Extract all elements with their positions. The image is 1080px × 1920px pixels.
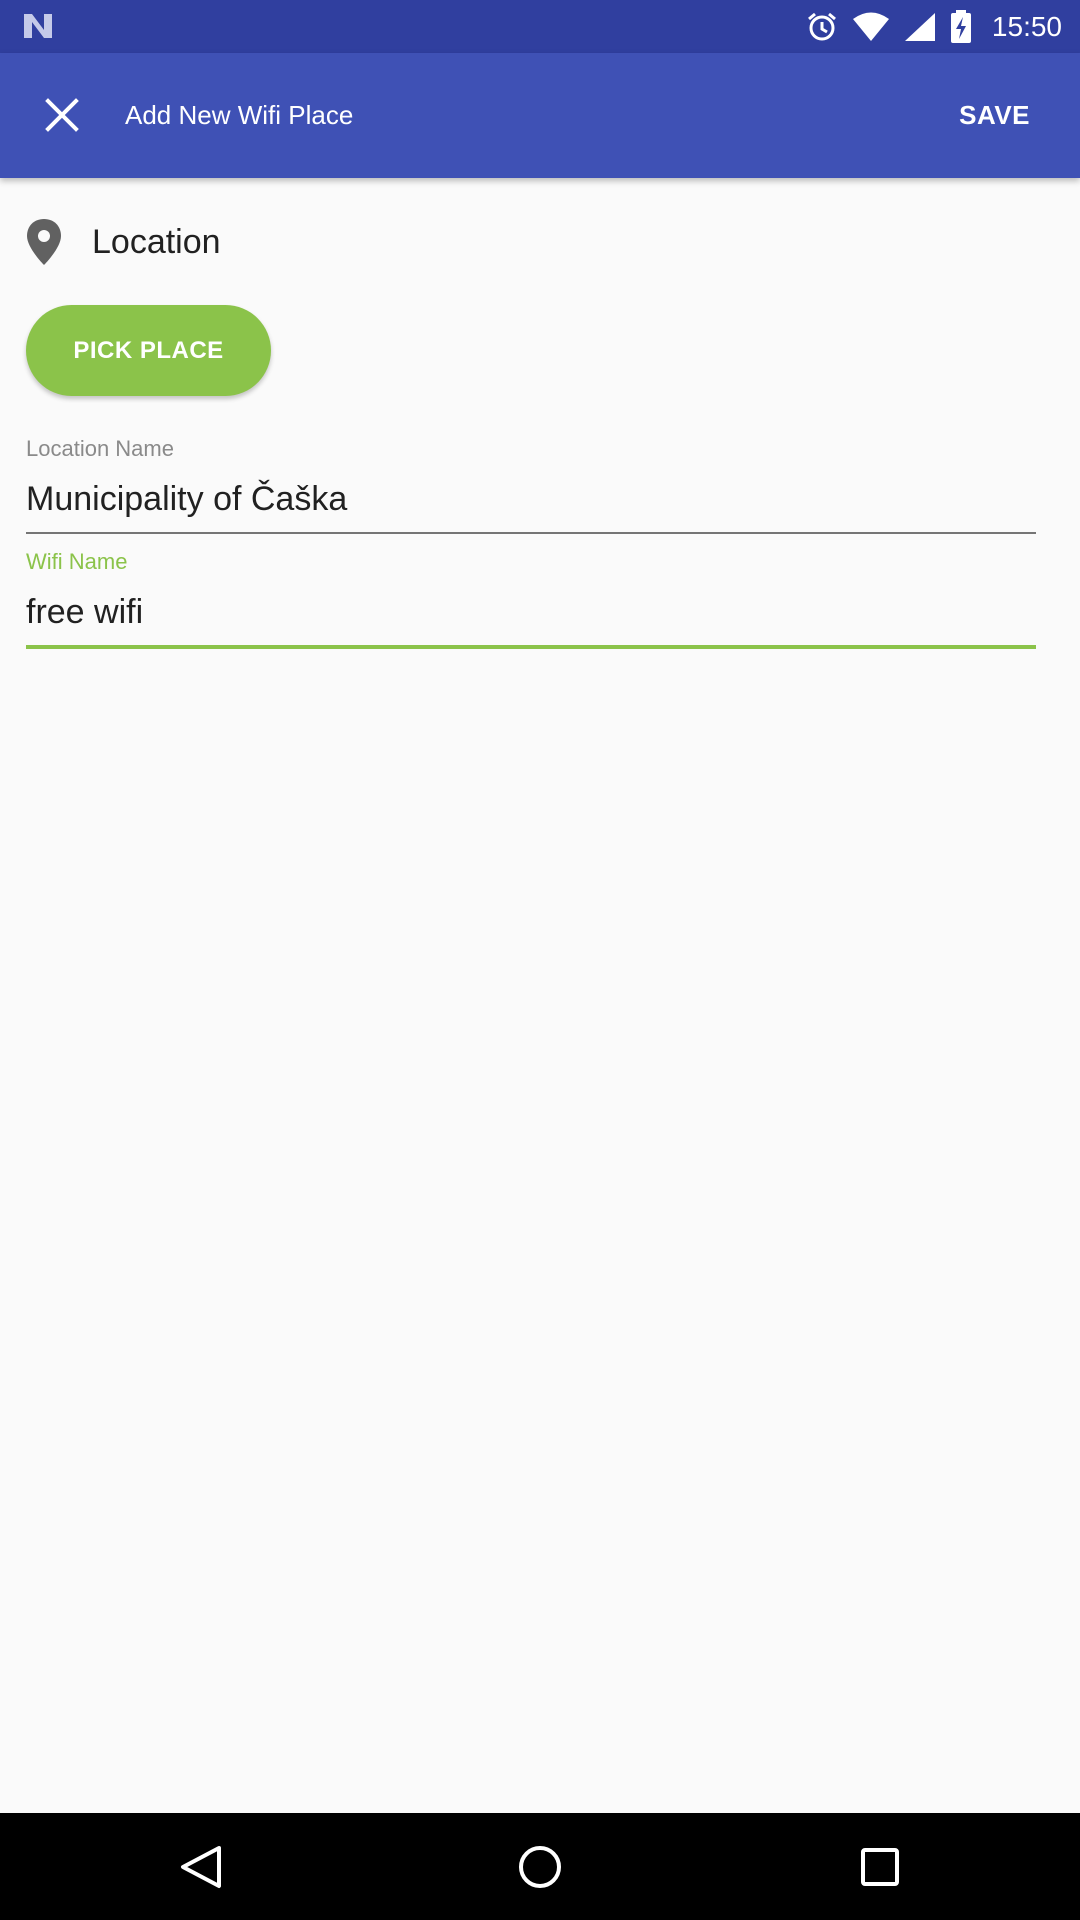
page-title: Add New Wifi Place [125, 100, 354, 130]
app-bar: Add New Wifi Place SAVE [0, 53, 1080, 178]
back-icon [181, 1846, 221, 1888]
n-logo-icon [24, 14, 52, 38]
recents-icon [861, 1848, 899, 1886]
location-name-input[interactable]: Municipality of Čaška [26, 476, 1036, 522]
location-pin-icon [27, 219, 61, 265]
wifi-name-input[interactable]: free wifi [26, 589, 1036, 635]
status-time: 15:50 [991, 10, 1062, 42]
save-button[interactable]: SAVE [959, 53, 1030, 178]
location-name-field[interactable]: Location Name Municipality of Čaška [26, 436, 1036, 534]
wifi-icon [852, 12, 889, 41]
wifi-name-label: Wifi Name [26, 549, 128, 574]
close-button[interactable] [30, 83, 94, 147]
wifi-name-underline [26, 645, 1036, 649]
location-name-label: Location Name [26, 436, 174, 461]
location-section-header: Location [24, 212, 221, 272]
wifi-name-field[interactable]: Wifi Name free wifi [26, 549, 1036, 649]
navigation-bar [0, 1813, 1080, 1920]
status-icons: 15:50 [806, 0, 1062, 53]
location-name-underline [26, 532, 1036, 534]
cell-signal-icon [904, 12, 935, 41]
battery-charging-icon [950, 9, 971, 43]
section-title: Location [92, 222, 221, 261]
close-icon [45, 98, 79, 132]
home-icon [519, 1846, 561, 1888]
recents-button[interactable] [846, 1833, 914, 1901]
status-bar: 15:50 [0, 0, 1080, 53]
pick-place-button[interactable]: PICK PLACE [26, 305, 271, 396]
home-button[interactable] [506, 1833, 574, 1901]
alarm-icon [807, 12, 836, 40]
back-button[interactable] [167, 1833, 235, 1901]
